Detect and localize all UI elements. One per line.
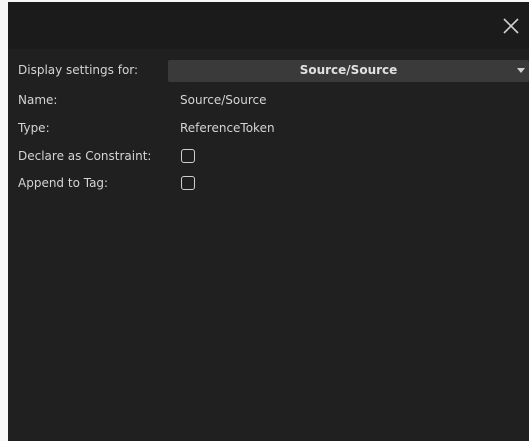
- display-settings-label: Display settings for:: [18, 63, 139, 77]
- title-bar: [8, 2, 529, 49]
- append-row: Append to Tag:: [8, 173, 529, 195]
- close-icon: [503, 18, 519, 34]
- name-row: Name: Source/Source: [8, 90, 529, 112]
- constraint-row: Declare as Constraint:: [8, 146, 529, 168]
- type-value: ReferenceToken: [180, 121, 275, 135]
- display-settings-dropdown[interactable]: Source/Source: [168, 60, 529, 82]
- type-row: Type: ReferenceToken: [8, 118, 529, 140]
- display-settings-row: Display settings for: Source/Source: [8, 60, 529, 82]
- constraint-label: Declare as Constraint:: [18, 149, 152, 163]
- name-value: Source/Source: [180, 93, 267, 107]
- chevron-down-icon: [517, 68, 525, 73]
- append-checkbox[interactable]: [181, 176, 195, 190]
- name-label: Name:: [18, 93, 58, 107]
- type-label: Type:: [18, 121, 50, 135]
- constraint-checkbox[interactable]: [181, 149, 195, 163]
- display-settings-selected: Source/Source: [299, 63, 398, 77]
- settings-window: Display settings for: Source/Source Name…: [8, 2, 529, 441]
- append-label: Append to Tag:: [18, 176, 109, 190]
- close-button[interactable]: [499, 14, 523, 38]
